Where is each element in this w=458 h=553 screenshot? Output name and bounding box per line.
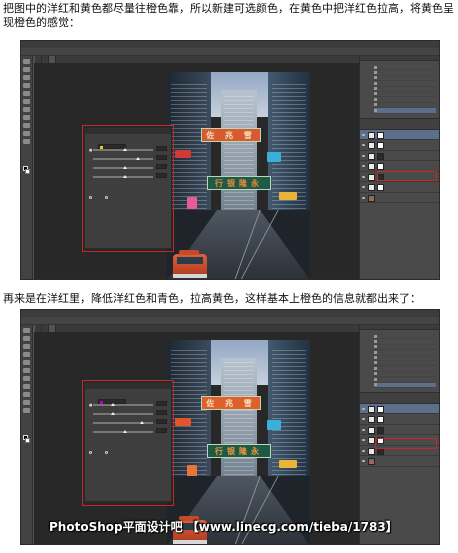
right-panels xyxy=(359,325,439,544)
caption-step-2: 再来是在洋红里，降低洋红色和青色，拉高黄色，这样基本上橙色的信息就都出来了： xyxy=(3,292,421,305)
eraser-tool-icon[interactable] xyxy=(23,368,30,373)
layer-background[interactable] xyxy=(360,456,439,467)
pen-tool-icon[interactable] xyxy=(23,115,30,120)
eraser-tool-icon[interactable] xyxy=(23,99,30,104)
highlight-properties xyxy=(82,380,174,506)
highlight-properties xyxy=(82,125,174,252)
caption-step-1: 把图中的洋红和黄色都尽量往橙色靠，所以新建可选颜色，在黄色中把洋红色拉高，将黄色… xyxy=(3,2,454,29)
eye-icon[interactable] xyxy=(362,418,365,421)
lasso-tool-icon[interactable] xyxy=(23,75,30,80)
options-bar xyxy=(21,317,439,325)
crop-tool-icon[interactable] xyxy=(23,352,30,357)
eye-icon[interactable] xyxy=(362,175,365,178)
layer[interactable] xyxy=(360,161,439,172)
eye-icon[interactable] xyxy=(362,439,365,442)
menu-bar xyxy=(21,310,439,317)
eye-icon[interactable] xyxy=(362,154,365,157)
document-tab-active[interactable] xyxy=(49,56,56,63)
photoshop-screenshot-1: 佐 兆 雪 行银隆永 ■ xyxy=(20,40,440,280)
eye-icon[interactable] xyxy=(362,186,365,189)
crop-tool-icon[interactable] xyxy=(23,83,30,88)
document-tab[interactable] xyxy=(42,325,49,332)
street-sign-bank: 行银隆永 xyxy=(207,176,271,190)
history-item-selected[interactable] xyxy=(374,382,436,388)
street-sign-top: 佐 兆 雪 xyxy=(201,128,261,142)
eye-icon[interactable] xyxy=(362,460,365,463)
document-tabs xyxy=(35,325,359,332)
hand-tool-icon[interactable] xyxy=(23,131,30,136)
eye-icon[interactable] xyxy=(362,133,365,136)
eye-icon[interactable] xyxy=(362,144,365,147)
menu-bar xyxy=(21,41,439,48)
street-sign-bank: 行银隆永 xyxy=(207,444,271,458)
layer[interactable] xyxy=(360,414,439,425)
gradient-tool-icon[interactable] xyxy=(23,376,30,381)
background-color-swatch[interactable] xyxy=(25,169,30,174)
layers-panel-header xyxy=(360,391,439,404)
canvas-photo: 佐 兆 雪 行银隆永 xyxy=(167,72,310,279)
layers-panel-header xyxy=(360,117,439,130)
layer-selective-color[interactable] xyxy=(360,129,439,141)
marquee-tool-icon[interactable] xyxy=(23,336,30,341)
gradient-tool-icon[interactable] xyxy=(23,107,30,112)
document-tab-active[interactable] xyxy=(49,325,56,332)
eye-icon[interactable] xyxy=(362,449,365,452)
marquee-tool-icon[interactable] xyxy=(23,67,30,72)
tools-panel xyxy=(21,56,33,279)
right-panels xyxy=(359,56,439,279)
layer-background[interactable] xyxy=(360,193,439,204)
layer-selective-color[interactable] xyxy=(360,403,439,415)
pen-tool-icon[interactable] xyxy=(23,384,30,389)
move-tool-icon[interactable] xyxy=(23,328,30,333)
layer[interactable] xyxy=(360,425,439,436)
type-tool-icon[interactable] xyxy=(23,123,30,128)
eye-icon[interactable] xyxy=(362,428,365,431)
tools-panel xyxy=(21,325,33,544)
move-tool-icon[interactable] xyxy=(23,59,30,64)
eye-icon[interactable] xyxy=(362,165,365,168)
highlight-layer xyxy=(377,171,437,181)
options-bar xyxy=(21,48,439,56)
zoom-tool-icon[interactable] xyxy=(23,408,30,413)
watermark: PhotoShop平面设计吧 【www.linecg.com/tieba/178… xyxy=(49,520,398,534)
type-tool-icon[interactable] xyxy=(23,392,30,397)
document-tabs xyxy=(35,56,359,63)
document-tab[interactable] xyxy=(42,56,49,63)
brush-tool-icon[interactable] xyxy=(23,360,30,365)
layer[interactable] xyxy=(360,140,439,151)
eye-icon[interactable] xyxy=(362,407,365,410)
highlight-layer xyxy=(375,438,437,449)
document-tab[interactable] xyxy=(35,325,42,332)
eye-icon[interactable] xyxy=(362,196,365,199)
canvas-photo: 佐 兆 雪 行银隆永 xyxy=(167,340,310,544)
zoom-tool-icon[interactable] xyxy=(23,139,30,144)
lasso-tool-icon[interactable] xyxy=(23,344,30,349)
layer[interactable] xyxy=(360,182,439,193)
background-color-swatch[interactable] xyxy=(25,438,30,443)
hand-tool-icon[interactable] xyxy=(23,400,30,405)
document-tab[interactable] xyxy=(35,56,42,63)
street-sign-top: 佐 兆 雪 xyxy=(201,396,261,410)
history-item-selected[interactable] xyxy=(374,108,436,114)
layer[interactable] xyxy=(360,151,439,162)
brush-tool-icon[interactable] xyxy=(23,91,30,96)
photoshop-screenshot-2: 佐 兆 雪 行银隆永 ■ xyxy=(20,309,440,545)
